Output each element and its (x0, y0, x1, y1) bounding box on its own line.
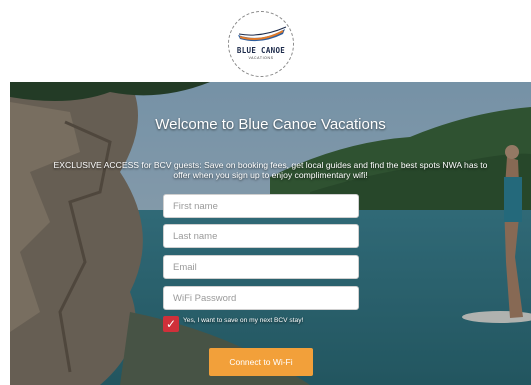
checkmark-icon: ✓ (165, 317, 177, 331)
promo-blurb: EXCLUSIVE ACCESS for BCV guests: Save on… (53, 160, 488, 180)
hero-section: Welcome to Blue Canoe Vacations EXCLUSIV… (10, 82, 531, 385)
first-name-input[interactable] (163, 194, 359, 218)
email-input[interactable] (163, 255, 359, 279)
canoe-icon (238, 26, 287, 42)
page-header: BLUE CANOE VACATIONS (0, 0, 531, 82)
welcome-heading: Welcome to Blue Canoe Vacations (155, 116, 386, 133)
logo-title: BLUE CANOE (236, 46, 286, 55)
consent-checkbox[interactable]: ✓ (163, 316, 179, 332)
consent-label: Yes, I want to save on my next BCV stay! (183, 317, 304, 324)
logo-subtitle: VACATIONS (248, 56, 274, 60)
wifi-password-input[interactable] (163, 286, 359, 310)
connect-wifi-button[interactable]: Connect to Wi-Fi (209, 348, 313, 376)
last-name-input[interactable] (163, 224, 359, 248)
brand-logo: BLUE CANOE VACATIONS (228, 11, 294, 77)
